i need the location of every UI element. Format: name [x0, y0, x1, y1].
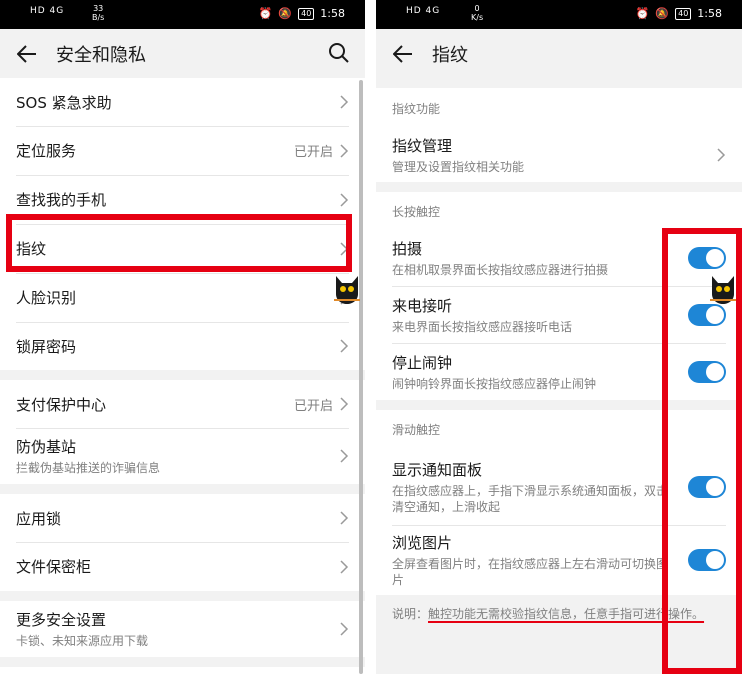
fingerprint-function-section: 指纹功能 指纹管理 管理及设置指纹相关功能: [376, 88, 742, 182]
chevron-right-icon: [340, 449, 349, 463]
settings-group-2: 支付保护中心 已开启 防伪基站 拦截伪基站推送的诈骗信息: [0, 380, 365, 484]
network-indicator: HD 4G: [406, 6, 441, 16]
chevron-right-icon: [717, 148, 726, 162]
network-speed: 33 B/s: [92, 4, 105, 22]
swipe-section: 滑动触控 显示通知面板 在指纹感应器上，手指下滑显示系统通知面板，双击清空通知，…: [376, 410, 742, 595]
section-header: 滑动触控: [392, 422, 441, 437]
security-privacy-screen: HD 4G 33 B/s ⏰ 🔕 40 1:58 安全和隐私 SOS 紧急求助 …: [0, 0, 365, 674]
network-indicator: HD 4G: [30, 6, 65, 16]
menu-item-face-recognition[interactable]: 人脸识别: [0, 273, 365, 322]
capture-toggle[interactable]: [688, 247, 726, 269]
setting-answer-call[interactable]: 来电接听 来电界面长按指纹感应器接听电话: [376, 286, 742, 343]
status-value: 已开启: [293, 398, 333, 414]
search-icon[interactable]: [327, 41, 351, 65]
chevron-right-icon: [340, 143, 349, 158]
menu-item-find-phone[interactable]: 查找我的手机: [0, 175, 365, 224]
alarm-icon: ⏰: [635, 7, 650, 20]
note-text: 说明：触控功能无需校验指纹信息，任意手指可进行操作。: [392, 607, 705, 621]
chevron-right-icon: [340, 397, 349, 411]
note-emphasis: 触控功能无需校验指纹信息，任意手指可进行操作。: [428, 607, 705, 621]
status-bar: HD 4G 0 K/s ⏰ 🔕 40 1:58: [376, 0, 742, 29]
settings-group-1: SOS 紧急求助 定位服务 已开启 查找我的手机 指纹 人脸识别 锁屏密码: [0, 78, 365, 370]
setting-stop-alarm[interactable]: 停止闹钟 闹钟响铃界面长按指纹感应器停止闹钟: [376, 343, 742, 400]
mute-icon: 🔕: [655, 7, 670, 20]
menu-item-fingerprint-management[interactable]: 指纹管理 管理及设置指纹相关功能: [376, 128, 742, 182]
menu-item-sos[interactable]: SOS 紧急求助: [0, 78, 365, 126]
cat-mascot-icon: [710, 276, 736, 304]
alarm-icon: ⏰: [258, 7, 273, 20]
long-press-section: 长按触控 拍摄 在相机取景界面长按指纹感应器进行拍摄 来电接听 来电界面长按指纹…: [376, 192, 742, 400]
clock: 1:58: [320, 7, 345, 20]
menu-item-app-lock[interactable]: 应用锁: [0, 494, 365, 542]
menu-item-lock-screen-password[interactable]: 锁屏密码: [0, 322, 365, 370]
fingerprint-screen: HD 4G 0 K/s ⏰ 🔕 40 1:58 指纹 指纹功能 指纹管理 管理及…: [376, 0, 742, 674]
setting-browse-pictures[interactable]: 浏览图片 全屏查看图片时，在指纹感应器上左右滑动可切换图片: [376, 525, 742, 595]
settings-group-4: 更多安全设置 卡锁、未知来源应用下载: [0, 601, 365, 657]
section-header: 指纹功能: [392, 101, 441, 116]
menu-item-more-security[interactable]: 更多安全设置 卡锁、未知来源应用下载: [0, 601, 365, 657]
menu-item-fingerprint[interactable]: 指纹: [0, 224, 365, 273]
menu-item-payment-protection[interactable]: 支付保护中心 已开启: [0, 380, 365, 428]
title-bar: 安全和隐私: [0, 29, 365, 78]
back-button[interactable]: [390, 41, 416, 67]
chevron-right-icon: [340, 192, 349, 207]
scrollbar[interactable]: [359, 80, 363, 674]
answer-call-toggle[interactable]: [688, 303, 726, 326]
chevron-right-icon: [340, 559, 349, 574]
menu-item-file-safe[interactable]: 文件保密柜: [0, 542, 365, 591]
back-button[interactable]: [14, 41, 40, 67]
setting-capture[interactable]: 拍摄 在相机取景界面长按指纹感应器进行拍摄: [376, 230, 742, 286]
arrow-left-icon: [393, 44, 412, 63]
browse-pictures-toggle[interactable]: [688, 549, 726, 571]
stop-alarm-toggle[interactable]: [688, 360, 726, 383]
chevron-right-icon: [340, 339, 349, 353]
chevron-right-icon: [340, 95, 349, 109]
clock: 1:58: [697, 7, 722, 20]
battery-indicator: 40: [298, 7, 315, 20]
mute-icon: 🔕: [278, 7, 293, 20]
title-bar: 指纹: [376, 29, 742, 78]
notification-panel-toggle[interactable]: [688, 475, 726, 498]
status-value: 已开启: [293, 145, 333, 160]
settings-group-3: 应用锁 文件保密柜: [0, 494, 365, 591]
page-title: 指纹: [432, 44, 468, 66]
menu-item-location[interactable]: 定位服务 已开启: [0, 126, 365, 175]
chevron-right-icon: [340, 622, 349, 636]
network-speed: 0 K/s: [471, 4, 484, 22]
cat-mascot-icon: [334, 276, 360, 304]
chevron-right-icon: [340, 241, 349, 256]
status-bar: HD 4G 33 B/s ⏰ 🔕 40 1:58: [0, 0, 365, 29]
section-header: 长按触控: [392, 204, 441, 219]
arrow-left-icon: [17, 44, 36, 63]
setting-notification-panel[interactable]: 显示通知面板 在指纹感应器上，手指下滑显示系统通知面板，双击清空通知，上滑收起: [376, 448, 742, 525]
chevron-right-icon: [340, 511, 349, 525]
page-title: 安全和隐私: [56, 44, 146, 66]
menu-item-fake-base-station[interactable]: 防伪基站 拦截伪基站推送的诈骗信息: [0, 428, 365, 484]
battery-indicator: 40: [675, 7, 692, 20]
